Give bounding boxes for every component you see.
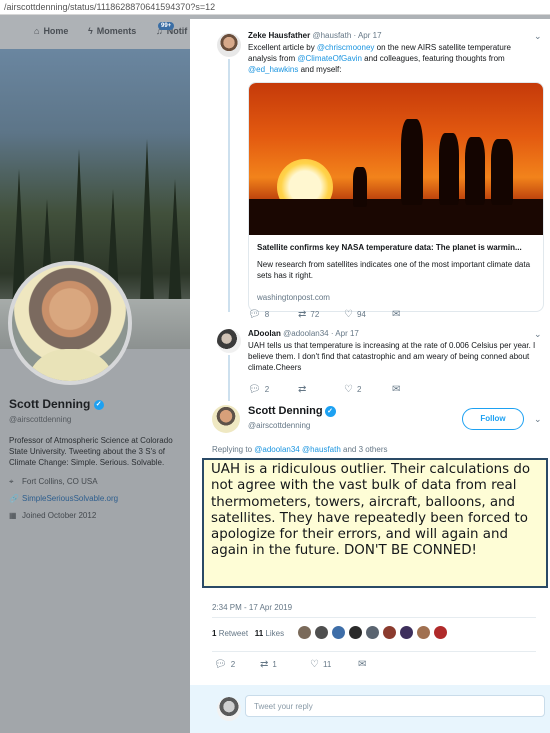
- profile-avatar[interactable]: [8, 261, 132, 385]
- tweet-timestamp[interactable]: 2:34 PM - 17 Apr 2019: [212, 603, 292, 612]
- avatar[interactable]: [217, 33, 241, 57]
- heart-icon: ♡: [310, 659, 319, 670]
- chevron-down-icon[interactable]: ⌄: [534, 329, 542, 340]
- avatar: [217, 697, 241, 721]
- liker-avatar[interactable]: [332, 626, 345, 639]
- nav-home[interactable]: ⌂ Home: [34, 26, 68, 36]
- reply-input[interactable]: Tweet your reply: [245, 695, 545, 717]
- liker-avatar[interactable]: [315, 626, 328, 639]
- avatar[interactable]: [212, 405, 240, 433]
- verified-icon: ✓: [324, 405, 336, 417]
- address-bar[interactable]: /airscottdenning/status/1118628870641594…: [0, 0, 550, 15]
- liker-avatar[interactable]: [349, 626, 362, 639]
- divider: [212, 617, 536, 618]
- profile-website[interactable]: 🔗 SimpleSeriousSolvable.org: [9, 494, 118, 503]
- nav-moments[interactable]: ϟ Moments: [88, 26, 136, 36]
- tweet-header: Zeke Hausfather @hausfath · Apr 17: [248, 31, 382, 40]
- reply-composer: Tweet your reply: [190, 685, 550, 733]
- nav-moments-label: Moments: [96, 26, 137, 36]
- main-author-name[interactable]: Scott Denning ✓: [248, 405, 336, 417]
- engagement-stats: 1 Retweet 11 Likes: [212, 629, 284, 638]
- liker-avatar[interactable]: [366, 626, 379, 639]
- message-button[interactable]: ✉: [392, 309, 404, 320]
- retweet-button[interactable]: ⇄: [298, 384, 310, 395]
- retweet-icon: ⇄: [298, 384, 307, 395]
- retweet-stat[interactable]: 1 Retweet: [212, 629, 248, 638]
- heart-icon: ♡: [344, 384, 353, 395]
- divider: [212, 651, 536, 652]
- reply-icon: 💬︎: [248, 309, 261, 320]
- message-button[interactable]: ✉: [358, 659, 370, 670]
- liker-avatar[interactable]: [383, 626, 396, 639]
- envelope-icon: ✉: [392, 384, 401, 395]
- profile-handle: @airscottdenning: [9, 415, 72, 424]
- avatar[interactable]: [217, 329, 241, 353]
- author-name[interactable]: Zeke Hausfather: [248, 31, 310, 40]
- reply-button[interactable]: 💬︎ 8: [248, 309, 269, 320]
- mention-link[interactable]: @adoolan34: [254, 445, 300, 454]
- replying-to: Replying to @adoolan34 @hausfath and 3 o…: [212, 445, 388, 454]
- mention-link[interactable]: @ed_hawkins: [248, 65, 298, 74]
- reply-icon: 💬︎: [214, 659, 227, 670]
- profile-location: ⌖ Fort Collins, CO USA: [9, 477, 98, 486]
- notification-badge: 99+: [158, 22, 175, 30]
- like-button[interactable]: ♡ 2: [344, 384, 361, 395]
- follow-button[interactable]: Follow: [462, 408, 524, 430]
- reply-button[interactable]: 💬︎ 2: [248, 384, 269, 395]
- reply-button[interactable]: 💬︎ 2: [214, 659, 235, 670]
- liker-avatar[interactable]: [400, 626, 413, 639]
- profile-card: Scott Denning ✓ @airscottdenning Profess…: [0, 349, 190, 733]
- tweet-modal: Zeke Hausfather @hausfath · Apr 17 ⌄ Exc…: [190, 19, 550, 733]
- retweet-icon: ⇄: [298, 309, 307, 320]
- verified-icon: ✓: [93, 399, 104, 410]
- retweet-icon: ⇄: [260, 659, 269, 670]
- author-name[interactable]: ADoolan: [248, 329, 281, 338]
- liker-avatar[interactable]: [434, 626, 447, 639]
- author-handle[interactable]: @adoolan34 · Apr 17: [283, 329, 359, 338]
- retweet-button[interactable]: ⇄ 1: [260, 659, 277, 670]
- card-image: [249, 83, 543, 235]
- tweet-text: UAH tells us that temperature is increas…: [248, 341, 536, 372]
- chevron-down-icon[interactable]: ⌄: [534, 414, 542, 425]
- mention-link[interactable]: @chriscmooney: [317, 43, 374, 52]
- profile-joined: ▦ Joined October 2012: [9, 511, 97, 520]
- heart-icon: ♡: [344, 309, 353, 320]
- link-card[interactable]: Satellite confirms key NASA temperature …: [248, 82, 544, 312]
- author-handle[interactable]: @hausfath · Apr 17: [312, 31, 381, 40]
- liker-avatar[interactable]: [298, 626, 311, 639]
- tweet-text: Excellent article by @chriscmooney on th…: [248, 43, 511, 74]
- mention-link[interactable]: @hausfath: [302, 445, 341, 454]
- home-icon: ⌂: [34, 26, 40, 36]
- like-button[interactable]: ♡ 11: [310, 659, 331, 670]
- reply-icon: 💬︎: [248, 384, 261, 395]
- lightning-icon: ϟ: [88, 26, 93, 36]
- main-author-handle[interactable]: @airscottdenning: [248, 421, 310, 430]
- card-description: New research from satellites indicates o…: [257, 260, 531, 280]
- location-pin-icon: ⌖: [9, 477, 14, 486]
- link-icon: 🔗: [9, 494, 19, 503]
- message-button[interactable]: ✉: [392, 384, 404, 395]
- chevron-down-icon[interactable]: ⌄: [534, 31, 542, 42]
- like-stat[interactable]: 11 Likes: [255, 629, 284, 638]
- calendar-icon: ▦: [9, 511, 17, 520]
- like-button[interactable]: ♡ 94: [344, 309, 366, 320]
- liker-avatar[interactable]: [417, 626, 430, 639]
- nav-home-label: Home: [43, 26, 69, 36]
- card-domain: washingtonpost.com: [257, 293, 330, 302]
- profile-bio: Professor of Atmospheric Science at Colo…: [9, 436, 173, 467]
- card-title: Satellite confirms key NASA temperature …: [257, 243, 522, 252]
- tweet-header: ADoolan @adoolan34 · Apr 17: [248, 329, 359, 338]
- retweet-button[interactable]: ⇄ 72: [298, 309, 319, 320]
- envelope-icon: ✉: [358, 659, 367, 670]
- mention-link[interactable]: @ClimateOfGavin: [297, 54, 362, 63]
- envelope-icon: ✉: [392, 309, 401, 320]
- profile-name[interactable]: Scott Denning ✓: [9, 397, 104, 411]
- main-tweet-text: UAH is a ridiculous outlier. Their calcu…: [202, 458, 548, 588]
